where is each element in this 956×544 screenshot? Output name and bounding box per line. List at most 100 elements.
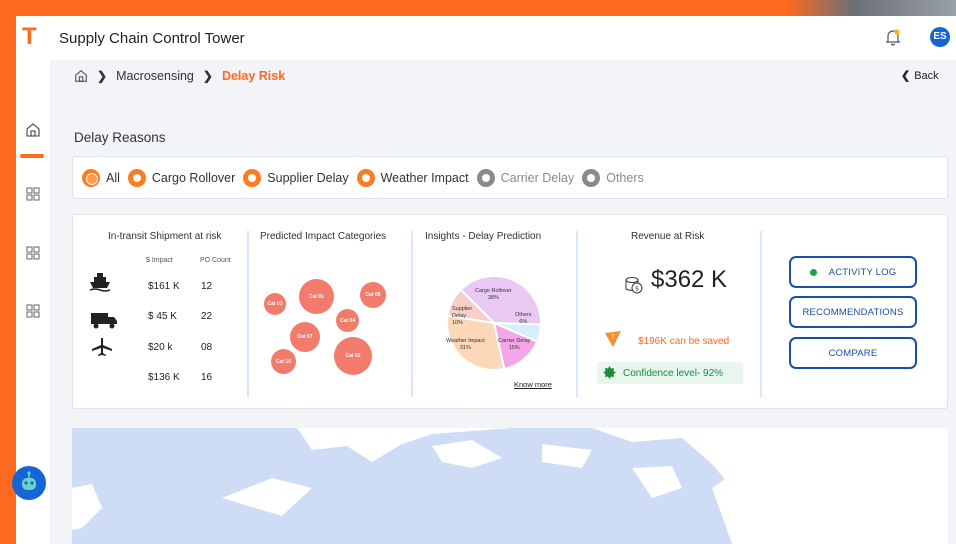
back-label: Back [914,70,939,82]
slice-label: Weather Impact 31% [446,338,485,352]
filter-others[interactable]: Others [582,168,644,187]
radio-icon [356,168,375,187]
filter-label: All [106,170,120,185]
back-link[interactable]: ❮ Back [901,69,939,82]
divider [760,231,762,397]
assistant-bot-button[interactable] [12,466,46,500]
category-bubble[interactable]: Cat 07 [290,322,320,352]
divider [411,231,413,397]
filter-cargo-rollover[interactable]: Cargo Rollover [127,168,235,187]
home-icon[interactable] [74,69,88,83]
breadcrumb-delay-risk: Delay Risk [221,69,286,83]
col-impact: $ Impact [146,257,173,264]
badge-star-icon [603,366,616,379]
col-po-count: PO Count [200,257,231,264]
delay-reason-filters: All Cargo Rollover Supplier Delay Weathe… [72,156,948,199]
filter-label: Carrier Delay [500,170,575,185]
coins-icon: $ [625,277,643,294]
category-bubble[interactable]: Cat 04 [336,309,359,332]
filter-all[interactable]: All [82,168,120,187]
brand-pin-icon: T [605,331,621,347]
truck-icon [91,313,117,329]
slice-name: Carrier Delay [498,338,531,344]
shipment-map[interactable] [72,428,948,544]
robot-icon [22,471,36,490]
po-count: 08 [201,342,213,353]
slice-label: Cargo Rollover 38% [475,288,512,302]
compare-button[interactable]: COMPARE [789,337,917,369]
filter-label: Weather Impact [380,170,469,185]
grid-icon[interactable] [25,303,41,319]
confidence-badge: Confidence level- 92% [597,362,743,384]
impact-value: $ 45 K [148,311,177,322]
slice-value: 31% [459,345,471,351]
slice-name: Supplier Delay [452,306,473,319]
button-label: ACTIVITY LOG [828,266,897,278]
filter-label: Others [606,170,644,185]
top-bar: T Supply Chain Control Tower ES [16,16,956,60]
category-bubble[interactable]: Cat 01 [299,279,334,314]
svg-text:$: $ [635,286,639,293]
breadcrumb: ❯ Macrosensing ❯ Delay Risk [74,66,285,86]
recommendations-button[interactable]: RECOMMENDATIONS [789,296,917,328]
slice-label: Carrier Delay 15% [498,338,530,352]
savings-text: $196K can be saved [638,336,730,347]
ship-icon [89,273,111,292]
button-label: RECOMMENDATIONS [802,306,904,318]
po-count: 12 [201,281,213,292]
revenue-title: Revenue at Risk [631,231,705,242]
slice-name: Weather Impact [446,338,485,344]
category-bubble[interactable]: Cat 03 [264,293,286,315]
grid-icon[interactable] [25,245,41,261]
grid-icon[interactable] [25,186,41,202]
impact-value: $161 K [148,281,180,292]
active-nav-indicator [20,154,44,158]
top-strip [0,0,956,16]
filter-label: Supplier Delay [267,170,349,185]
filter-supplier-delay[interactable]: Supplier Delay [243,168,349,187]
slice-name: Cargo Rollover [475,288,512,294]
button-label: COMPARE [828,347,878,359]
notification-bell-icon[interactable] [884,28,902,46]
radio-icon [127,168,146,187]
risk-summary-panel: In-transit Shipment at risk $ Impact PO … [72,214,948,409]
app-logo[interactable]: T [22,23,37,51]
status-dot-icon [809,268,817,276]
app-frame: T Supply Chain Control Tower ES ❯ Macros… [12,16,956,544]
po-count: 16 [201,372,213,383]
slice-value: 38% [487,295,499,301]
know-more-link[interactable]: Know more [514,380,552,389]
category-bubble[interactable]: Cat 05 [360,282,386,308]
breadcrumb-macrosensing[interactable]: Macrosensing [116,69,194,83]
insights-title: Insights - Delay Prediction [425,231,542,242]
slice-value: 6% [519,319,528,325]
user-avatar[interactable]: ES [930,27,950,47]
impact-value: $136 K [148,372,180,383]
plane-icon [92,338,112,356]
radio-icon [243,168,262,187]
slice-name: Others [515,312,532,318]
home-icon[interactable] [25,122,41,138]
filter-carrier-delay[interactable]: Carrier Delay [476,168,575,187]
divider [576,231,578,397]
activity-log-button[interactable]: ACTIVITY LOG [789,256,917,288]
filter-weather-impact[interactable]: Weather Impact [356,168,469,187]
map-land-shapes [72,428,948,544]
divider [247,231,249,397]
app-title: Supply Chain Control Tower [59,30,245,47]
revenue-value: $362 K [651,266,728,293]
radio-icon [82,168,100,187]
in-transit-title: In-transit Shipment at risk [108,231,222,242]
radio-icon [582,168,601,187]
impact-categories-title: Predicted Impact Categories [260,231,387,242]
slice-value: 10% [452,320,464,326]
slice-value: 15% [508,345,520,351]
section-title: Delay Reasons [74,130,166,145]
sidebar [12,60,50,544]
slice-label: Others 6% [515,312,532,326]
category-bubble[interactable]: Cat 02 [334,337,372,375]
impact-value: $20 k [148,342,173,353]
slice-label: Supplier Delay 10% [452,306,474,327]
category-bubble[interactable]: Cat 10 [271,349,296,374]
chevron-left-icon: ❮ [901,70,911,82]
